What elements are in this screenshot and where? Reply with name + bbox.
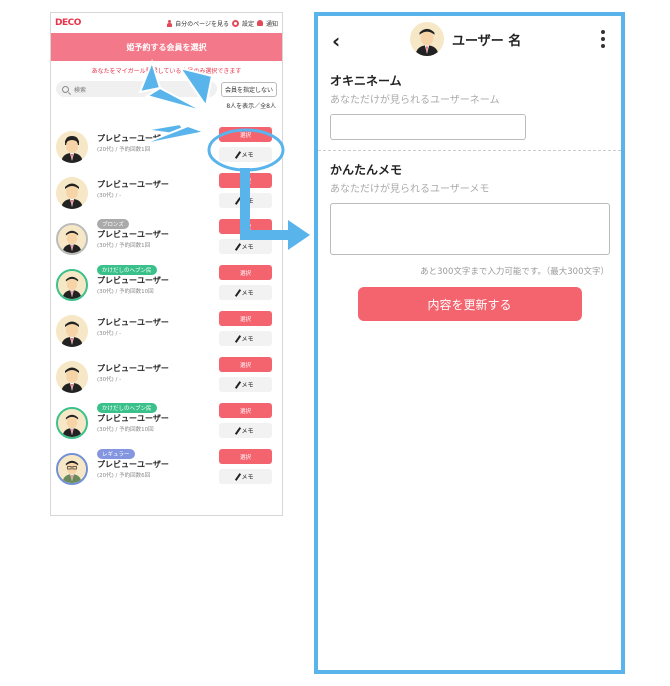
avatar — [56, 453, 88, 485]
kebab-menu-icon[interactable] — [601, 30, 605, 48]
memo-label: メモ — [241, 198, 254, 205]
flow-arrow-head — [288, 220, 310, 250]
avatar — [56, 407, 88, 439]
avatar — [410, 22, 444, 56]
memo-button[interactable]: メモ — [219, 331, 272, 346]
rank-badge: ブロンズ — [97, 219, 129, 229]
notify-link[interactable]: 通知 — [266, 19, 278, 28]
select-button[interactable]: 選択 — [219, 449, 272, 464]
memo-button[interactable]: メモ — [219, 377, 272, 392]
select-button[interactable]: 選択 — [219, 219, 272, 234]
member-select-screen: DECO 自分のページを見る 設定 通知 姫予約する会員を選択 あなたをマイガー… — [50, 12, 283, 516]
user-name: プレビューユーザー — [97, 276, 169, 285]
avatar — [56, 223, 88, 255]
panel-title: ユーザー 名 — [452, 33, 522, 49]
list-item: プレビューユーザー (30代) / - 選択 メモ — [51, 353, 282, 399]
avatar — [56, 361, 88, 393]
page-title: 姫予約する会員を選択 — [51, 33, 282, 61]
list-item: ブロンズ プレビューユーザー (30代) / 予約回数1回 選択 メモ — [51, 215, 282, 261]
user-name: プレビューユーザー — [97, 318, 169, 327]
nickname-label: オキニネーム — [330, 74, 402, 88]
search-icon — [62, 85, 69, 93]
memo-sublabel: あなただけが見られるユーザーメモ — [330, 184, 490, 195]
user-name: プレビューユーザー — [97, 414, 169, 423]
rank-badge: レギュラー — [97, 449, 135, 459]
header-user: ユーザー 名 — [410, 22, 521, 56]
list-item: プレビューユーザー (20代) / 予約回数1回 選択 メモ — [51, 123, 282, 169]
memo-label: かんたんメモ — [330, 163, 403, 177]
memo-button[interactable]: メモ — [219, 193, 272, 208]
user-info: (20代) / 予約回数1回 — [97, 147, 151, 153]
user-name: プレビューユーザー — [97, 180, 169, 189]
search-row: 検索 会員を指定しない — [51, 80, 282, 98]
search-input[interactable]: 検索 — [56, 81, 217, 97]
user-info: (30代) / - — [97, 331, 122, 337]
user-info: (30代) / 予約回数10回 — [97, 427, 154, 433]
update-button[interactable]: 内容を更新する — [357, 287, 582, 321]
user-name: プレビューユーザー — [97, 134, 169, 143]
list-item: かけだしのヘブン民 プレビューユーザー (30代) / 予約回数10回 選択 メ… — [51, 261, 282, 307]
memo-button[interactable]: メモ — [219, 147, 272, 162]
select-button[interactable]: 選択 — [219, 357, 272, 372]
user-info: (20代) / 予約回数6回 — [97, 473, 151, 479]
user-name: プレビューユーザー — [97, 230, 169, 239]
select-button[interactable]: 選択 — [219, 127, 272, 142]
nickname-field[interactable] — [330, 114, 526, 140]
search-placeholder: 検索 — [74, 86, 87, 94]
avatar — [56, 131, 88, 163]
gear-icon — [231, 19, 239, 27]
member-list: プレビューユーザー (20代) / 予約回数1回 選択 メモ プレビューユーザー… — [51, 123, 282, 491]
notice-text: あなたをマイガール登録している会員のみ選択できます — [91, 68, 242, 75]
memo-label: メモ — [241, 474, 254, 481]
memo-button[interactable]: メモ — [219, 285, 272, 300]
result-count: 8人を表示／全8人 — [226, 103, 276, 110]
nickname-sublabel: あなただけが見られるユーザーネーム — [330, 95, 500, 106]
top-bar: DECO 自分のページを見る 設定 通知 — [51, 13, 282, 33]
memo-button[interactable]: メモ — [219, 423, 272, 438]
select-button[interactable]: 選択 — [219, 311, 272, 326]
user-name: プレビューユーザー — [97, 460, 169, 469]
char-limit-hint: あと300文字まで入力可能です。（最大300文字） — [420, 267, 609, 277]
user-info: (30代) / 予約回数10回 — [97, 289, 154, 295]
select-button[interactable]: 選択 — [219, 403, 272, 418]
avatar — [56, 315, 88, 347]
memo-field[interactable] — [330, 203, 610, 255]
deco-logo: DECO — [55, 18, 81, 28]
list-item: レギュラー プレビューユーザー (20代) / 予約回数6回 選択 メモ — [51, 445, 282, 491]
rank-badge: かけだしのヘブン民 — [97, 265, 157, 275]
person-icon — [167, 19, 173, 27]
user-info: (30代) / 予約回数1回 — [97, 243, 151, 249]
settings-link[interactable]: 設定 — [242, 19, 254, 28]
top-nav: 自分のページを見る 設定 通知 — [167, 19, 278, 28]
avatar — [56, 269, 88, 301]
rank-badge: かけだしのヘブン民 — [97, 403, 157, 413]
memo-label: メモ — [241, 382, 254, 389]
memo-button[interactable]: メモ — [219, 239, 272, 254]
select-button[interactable]: 選択 — [219, 173, 272, 188]
memo-label: メモ — [241, 428, 254, 435]
user-info: (30代) / - — [97, 377, 122, 383]
bell-icon — [256, 20, 263, 26]
panel-header: ‹ ユーザー 名 — [318, 16, 621, 68]
mypage-link[interactable]: 自分のページを見る — [175, 19, 229, 28]
section-divider — [318, 150, 621, 151]
memo-label: メモ — [241, 290, 254, 297]
no-select-button[interactable]: 会員を指定しない — [220, 81, 277, 97]
list-item: かけだしのヘブン民 プレビューユーザー (30代) / 予約回数10回 選択 メ… — [51, 399, 282, 445]
memo-label: メモ — [241, 336, 254, 343]
back-chevron-icon[interactable]: ‹ — [332, 31, 346, 51]
memo-button[interactable]: メモ — [219, 469, 272, 484]
memo-label: メモ — [241, 152, 254, 159]
list-item: プレビューユーザー (30代) / - 選択 メモ — [51, 169, 282, 215]
select-button[interactable]: 選択 — [219, 265, 272, 280]
list-item: プレビューユーザー (30代) / - 選択 メモ — [51, 307, 282, 353]
memo-label: メモ — [241, 244, 254, 251]
user-info: (30代) / - — [97, 193, 122, 199]
memo-edit-screen: ‹ ユーザー 名 オキニネーム あなただけが見られるユーザーネーム かんたんメモ… — [314, 12, 625, 674]
user-name: プレビューユーザー — [97, 364, 169, 373]
avatar — [56, 177, 88, 209]
